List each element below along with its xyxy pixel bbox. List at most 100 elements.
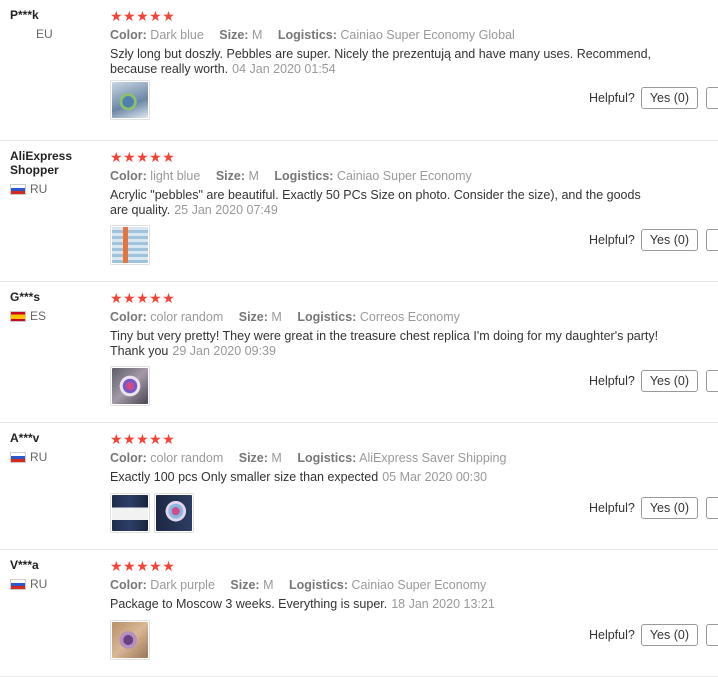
color-label: Color:: [110, 310, 147, 324]
logistics-value: Cainiao Super Economy: [351, 578, 487, 592]
star-rating: ★★★★★: [110, 8, 176, 24]
russia-flag-icon: [10, 451, 26, 463]
review-item: V***a RU ★★★★★ Color: Dark purple Size: …: [0, 550, 718, 677]
reviewer-country: RU: [10, 450, 102, 464]
color-label: Color:: [110, 451, 147, 465]
color-value: color random: [150, 451, 224, 465]
review-photo-thumbnail[interactable]: [110, 493, 150, 533]
review-photo-thumbnail[interactable]: [110, 80, 150, 120]
reviewer-info: A***v RU: [10, 431, 102, 464]
review-text: Package to Moscow 3 weeks. Everything is…: [110, 597, 660, 612]
review-item: P***k EU ★★★★★ Color: Dark blue Size: M …: [0, 0, 718, 141]
review-photo-thumbnail[interactable]: [110, 225, 150, 265]
review-text: Tiny but very pretty! They were great in…: [110, 329, 660, 358]
review-content: ★★★★★ Color: color random Size: M Logist…: [110, 431, 670, 485]
review-date: 29 Jan 2020 09:39: [172, 343, 276, 358]
helpful-section: Helpful? Yes (0): [589, 87, 718, 109]
size-value: M: [248, 169, 259, 183]
order-info: Color: light blue Size: M Logistics: Cai…: [110, 168, 670, 184]
helpful-yes-button[interactable]: Yes (0): [640, 87, 698, 109]
helpful-label: Helpful?: [588, 91, 635, 105]
reviewer-country: EU: [10, 27, 102, 41]
spain-flag-icon: [10, 310, 26, 322]
reviewer-name: AliExpress Shopper: [10, 149, 73, 177]
review-item: A***v RU ★★★★★ Color: color random Size:…: [0, 423, 718, 550]
reviewer-info: P***k EU: [10, 8, 102, 41]
reviewer-country: RU: [10, 577, 102, 591]
helpful-section: Helpful? Yes (0): [589, 497, 718, 519]
review-date: 25 Jan 2020 07:49: [174, 202, 278, 217]
order-info: Color: Dark purple Size: M Logistics: Ca…: [110, 577, 670, 593]
review-photo-thumbnail[interactable]: [110, 366, 150, 406]
logistics-label: Logistics:: [297, 310, 357, 324]
color-value: Dark blue: [150, 28, 204, 42]
review-text: Exactly 100 pcs Only smaller size than e…: [110, 470, 660, 485]
reviewer-info: AliExpress Shopper RU: [10, 149, 102, 196]
logistics-value: Cainiao Super Economy Global: [340, 28, 515, 42]
review-photos: [110, 225, 150, 265]
helpful-no-button[interactable]: [706, 370, 718, 392]
size-label: Size:: [238, 310, 268, 324]
color-label: Color:: [110, 169, 147, 183]
size-value: M: [271, 310, 282, 324]
review-text: Szły long but doszły. Pebbles are super.…: [110, 47, 660, 76]
review-photos: [110, 366, 150, 406]
reviewer-name: A***v: [10, 431, 40, 445]
review-body: Szły long but doszły. Pebbles are super.…: [110, 47, 652, 76]
helpful-section: Helpful? Yes (0): [589, 370, 718, 392]
country-code: RU: [30, 182, 48, 196]
order-info: Color: color random Size: M Logistics: C…: [110, 309, 670, 325]
star-rating: ★★★★★: [110, 149, 176, 165]
helpful-yes-button[interactable]: Yes (0): [640, 370, 698, 392]
helpful-no-button[interactable]: [706, 497, 718, 519]
russia-flag-icon: [10, 183, 26, 195]
size-label: Size:: [238, 451, 268, 465]
country-code: RU: [30, 450, 48, 464]
reviewer-country: ES: [10, 309, 102, 323]
color-value: light blue: [150, 169, 201, 183]
review-content: ★★★★★ Color: Dark purple Size: M Logisti…: [110, 558, 670, 612]
review-body: Exactly 100 pcs Only smaller size than e…: [110, 470, 379, 484]
size-label: Size:: [219, 28, 249, 42]
review-text: Acrylic "pebbles" are beautiful. Exactly…: [110, 188, 660, 217]
helpful-label: Helpful?: [588, 501, 635, 515]
helpful-label: Helpful?: [588, 628, 635, 642]
review-content: ★★★★★ Color: Dark blue Size: M Logistics…: [110, 8, 670, 76]
review-date: 18 Jan 2020 13:21: [391, 597, 495, 611]
review-item: G***s ES ★★★★★ Color: color random Size:…: [0, 282, 718, 423]
logistics-value: Correos Economy: [359, 310, 460, 324]
color-label: Color:: [110, 28, 147, 42]
color-label: Color:: [110, 578, 147, 592]
country-code: RU: [30, 577, 48, 591]
review-photo-thumbnail[interactable]: [110, 620, 150, 660]
reviewer-name: P***k: [10, 8, 39, 22]
country-code: EU: [36, 27, 53, 41]
helpful-no-button[interactable]: [706, 624, 718, 646]
helpful-label: Helpful?: [588, 233, 635, 247]
logistics-label: Logistics:: [277, 28, 337, 42]
review-photos: [110, 80, 150, 120]
helpful-yes-button[interactable]: Yes (0): [640, 497, 698, 519]
star-rating: ★★★★★: [110, 558, 176, 574]
review-photos: [110, 620, 150, 660]
helpful-yes-button[interactable]: Yes (0): [640, 229, 698, 251]
helpful-yes-button[interactable]: Yes (0): [640, 624, 698, 646]
review-body: Package to Moscow 3 weeks. Everything is…: [110, 597, 388, 611]
size-value: M: [271, 451, 282, 465]
logistics-label: Logistics:: [288, 578, 349, 592]
russia-flag-icon: [10, 578, 26, 590]
review-content: ★★★★★ Color: color random Size: M Logist…: [110, 290, 670, 358]
logistics-value: AliExpress Saver Shipping: [359, 451, 507, 465]
review-photo-thumbnail[interactable]: [154, 493, 194, 533]
review-date: 04 Jan 2020 01:54: [232, 61, 336, 76]
review-date: 05 Mar 2020 00:30: [382, 470, 488, 484]
reviewer-info: G***s ES: [10, 290, 102, 323]
review-item: AliExpress Shopper RU ★★★★★ Color: light…: [0, 141, 718, 282]
helpful-no-button[interactable]: [706, 229, 718, 251]
helpful-no-button[interactable]: [706, 87, 718, 109]
reviewer-info: V***a RU: [10, 558, 102, 591]
logistics-label: Logistics:: [274, 169, 334, 183]
size-value: M: [263, 578, 274, 592]
size-label: Size:: [215, 169, 246, 183]
review-photos: [110, 493, 194, 533]
